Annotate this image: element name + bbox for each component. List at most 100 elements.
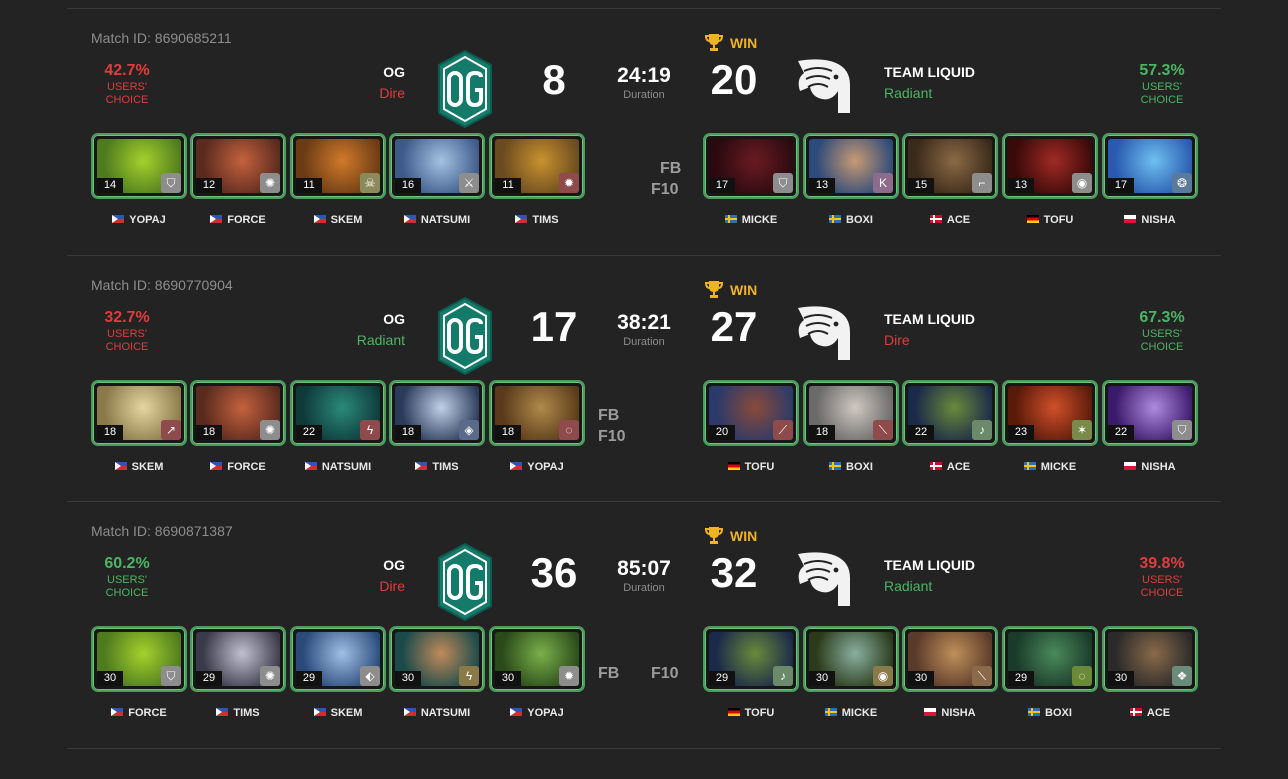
flag-de-icon [727,462,740,470]
hero-card[interactable]: 30 ⛉ [91,626,187,692]
flag-ph-icon [216,708,229,716]
hero-card[interactable]: 22 ϟ [290,380,386,446]
team-right[interactable]: TEAM LIQUID Radiant [884,64,975,101]
hero-card[interactable]: 29 ◌ [1002,626,1098,692]
hero-card[interactable]: 23 ✶ [1002,380,1098,446]
hero-level: 23 [1008,425,1034,440]
hero-card[interactable]: 18 ◌ [489,380,585,446]
player-name[interactable]: BOXI [803,461,899,473]
team-side: Dire [379,578,405,594]
player-name[interactable]: TOFU [1002,214,1098,226]
hero-card[interactable]: 18 ↗ [91,380,187,446]
hero-card[interactable]: 15 ⌐ [902,133,998,199]
player-name[interactable]: TIMS [389,461,485,473]
hero-card[interactable]: 11 ☠ [290,133,386,199]
hero-card[interactable]: 16 ⚔ [389,133,485,199]
win-indicator: WIN [704,32,757,52]
player-name[interactable]: FORCE [91,707,187,719]
hero-card[interactable]: 17 ⛉ [703,133,799,199]
hero-card[interactable]: 30 ❖ [1102,626,1198,692]
win-indicator: WIN [704,279,757,299]
player-name[interactable]: ACE [902,461,998,473]
shield-icon: ⛉ [161,666,181,686]
player-name[interactable]: FORCE [190,461,286,473]
team-liquid-logo-icon[interactable] [792,55,854,119]
match-card[interactable]: Match ID: 8690871387 60.2% USERS' CHOICE… [0,502,1288,748]
team-side: Radiant [884,578,933,594]
team-left[interactable]: OG Radiant [357,311,405,348]
shield-icon: ⛉ [1172,420,1192,440]
hero-card[interactable]: 22 ⛉ [1102,380,1198,446]
team-side: Dire [884,332,910,348]
og-logo-icon[interactable] [437,296,493,376]
hero-card[interactable]: 30 ◉ [803,626,899,692]
hero-level: 30 [97,671,123,686]
player-name[interactable]: SKEM [91,461,187,473]
player-name[interactable]: TOFU [703,461,799,473]
player-name[interactable]: SKEM [290,707,386,719]
player-name[interactable]: NISHA [902,707,998,719]
player-name[interactable]: BOXI [1002,707,1098,719]
hero-card[interactable]: 13 K [803,133,899,199]
hero-card[interactable]: 18 ✺ [190,380,286,446]
hero-card[interactable]: 29 ⬖ [290,626,386,692]
player-name[interactable]: YOPAJ [489,461,585,473]
player-name[interactable]: BOXI [803,214,899,226]
match-id[interactable]: Match ID: 8690685211 [91,30,232,46]
player-name[interactable]: TOFU [703,707,799,719]
blade-icon: ⟍ [972,666,992,686]
player-name[interactable]: NISHA [1102,461,1198,473]
hero-card[interactable]: 18 ◈ [389,380,485,446]
og-logo-icon[interactable] [437,49,493,129]
hero-card[interactable]: 17 ❂ [1102,133,1198,199]
og-logo-icon[interactable] [437,542,493,622]
match-card[interactable]: Match ID: 8690770904 32.7% USERS' CHOICE… [0,256,1288,502]
team-left[interactable]: OG Dire [379,64,405,101]
player-name[interactable]: ACE [1102,707,1198,719]
player-name[interactable]: FORCE [190,214,286,226]
hero-card[interactable]: 11 ✹ [489,133,585,199]
player-name[interactable]: NATSUMI [389,707,485,719]
hero-level: 13 [809,178,835,193]
team-name: OG [383,311,405,327]
player-name[interactable]: NATSUMI [389,214,485,226]
hero-level: 17 [709,178,735,193]
team-right[interactable]: TEAM LIQUID Dire [884,311,975,348]
hero-level: 11 [296,178,322,193]
hero-card[interactable]: 30 ⟍ [902,626,998,692]
separator-bottom [67,748,1221,749]
hero-card[interactable]: 30 ✹ [489,626,585,692]
hero-card[interactable]: 14 ⛉ [91,133,187,199]
player-name[interactable]: ACE [902,214,998,226]
player-name[interactable]: MICKE [1002,461,1098,473]
hero-card[interactable]: 30 ϟ [389,626,485,692]
team-left[interactable]: OG Dire [379,557,405,594]
player-label: TOFU [744,461,775,473]
player-name[interactable]: YOPAJ [91,214,187,226]
match-id[interactable]: Match ID: 8690871387 [91,523,233,539]
users-choice-percent: 39.8% [1139,555,1185,572]
player-name[interactable]: SKEM [290,214,386,226]
player-name[interactable]: YOPAJ [489,707,585,719]
hero-card[interactable]: 18 ⟍ [803,380,899,446]
player-name[interactable]: MICKE [803,707,899,719]
match-id[interactable]: Match ID: 8690770904 [91,277,233,293]
team-liquid-logo-icon[interactable] [792,302,854,366]
player-label: SKEM [330,214,363,226]
hero-card[interactable]: 20 ⟋ [703,380,799,446]
hero-card[interactable]: 29 ✺ [190,626,286,692]
hero-card[interactable]: 22 ♪ [902,380,998,446]
player-name[interactable]: TIMS [190,707,286,719]
hero-card[interactable]: 13 ◉ [1002,133,1098,199]
team-liquid-logo-icon[interactable] [792,548,854,612]
hero-card[interactable]: 29 ♪ [703,626,799,692]
match-card[interactable]: Match ID: 8690685211 42.7% USERS' CHOICE… [0,9,1288,255]
player-name[interactable]: TIMS [489,214,585,226]
player-name[interactable]: MICKE [703,214,799,226]
player-name[interactable]: NISHA [1102,214,1198,226]
bolt-icon: ϟ [360,420,380,440]
hero-level: 18 [196,425,222,440]
player-name[interactable]: NATSUMI [290,461,386,473]
team-right[interactable]: TEAM LIQUID Radiant [884,557,975,594]
hero-card[interactable]: 12 ✺ [190,133,286,199]
